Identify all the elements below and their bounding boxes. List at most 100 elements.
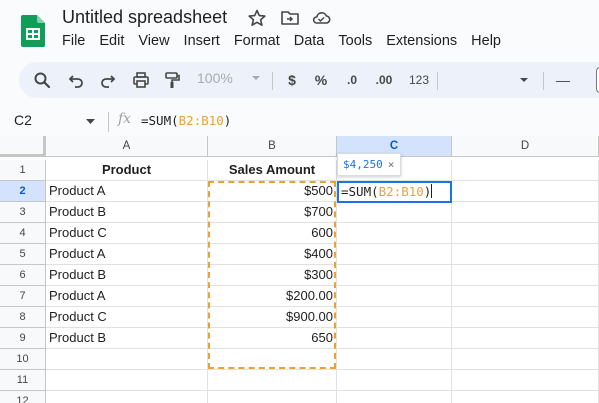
cell-d2[interactable] <box>452 181 599 202</box>
formula-input[interactable]: =SUM(B2:B10) <box>141 113 231 128</box>
star-icon[interactable] <box>247 9 267 27</box>
cell-d4[interactable] <box>452 223 599 244</box>
cell-c3[interactable] <box>337 202 452 223</box>
cell-d8[interactable] <box>452 307 599 328</box>
cell-b3[interactable]: $700 <box>208 202 337 223</box>
select-all-corner[interactable] <box>0 136 46 157</box>
cell-c11[interactable] <box>337 370 452 391</box>
cell-d6[interactable] <box>452 265 599 286</box>
cell-c5[interactable] <box>337 244 452 265</box>
active-cell-editor[interactable]: =SUM(B2:B10) <box>337 181 452 203</box>
cell-a9[interactable]: Product B <box>46 328 208 349</box>
cell-c8[interactable] <box>337 307 452 328</box>
cell-a8[interactable]: Product C <box>46 307 208 328</box>
cell-d3[interactable] <box>452 202 599 223</box>
row-header-4[interactable]: 4 <box>0 223 46 244</box>
more-formats-button[interactable]: 123 <box>405 62 433 98</box>
cell-b1[interactable]: Sales Amount <box>208 160 337 181</box>
search-menus-button[interactable] <box>31 62 53 98</box>
close-icon[interactable]: × <box>388 158 395 171</box>
cell-a12[interactable] <box>46 391 208 403</box>
chevron-down-icon <box>251 76 260 80</box>
menu-edit[interactable]: Edit <box>99 33 124 49</box>
menu-insert[interactable]: Insert <box>184 33 220 49</box>
menu-tools[interactable]: Tools <box>338 33 372 49</box>
cell-b2[interactable]: $500 <box>208 181 337 202</box>
move-folder-icon[interactable] <box>280 9 300 27</box>
cell-b6[interactable]: $300 <box>208 265 337 286</box>
row-header-9[interactable]: 9 <box>0 328 46 349</box>
cell-a4[interactable]: Product C <box>46 223 208 244</box>
menu-format[interactable]: Format <box>234 33 280 49</box>
cell-c6[interactable] <box>337 265 452 286</box>
row-header-12[interactable]: 12 <box>0 391 46 403</box>
menu-view[interactable]: View <box>138 33 169 49</box>
menu-data[interactable]: Data <box>294 33 325 49</box>
undo-button[interactable] <box>65 62 87 98</box>
column-header-b[interactable]: B <box>208 136 337 157</box>
column-header-d[interactable]: D <box>452 136 599 157</box>
row-header-7[interactable]: 7 <box>0 286 46 307</box>
cell-a3[interactable]: Product B <box>46 202 208 223</box>
cell-a7[interactable]: Product A <box>46 286 208 307</box>
font-family-select[interactable] <box>439 66 565 94</box>
row-header-11[interactable]: 11 <box>0 370 46 391</box>
cell-b9[interactable]: 650 <box>208 328 337 349</box>
zoom-select[interactable]: 100% <box>197 70 261 86</box>
cell-b4[interactable]: 600 <box>208 223 337 244</box>
row-header-10[interactable]: 10 <box>0 349 46 370</box>
fx-icon: fx <box>118 111 132 127</box>
increase-decimal-button[interactable]: .00 <box>371 62 397 98</box>
document-title[interactable]: Untitled spreadsheet <box>62 7 227 28</box>
paint-format-button[interactable] <box>161 62 183 98</box>
editor-range-ref: B2:B10 <box>378 184 424 199</box>
decrease-decimal-button[interactable]: .0 <box>341 62 363 98</box>
row-header-1[interactable]: 1 <box>0 160 46 181</box>
row-header-2[interactable]: 2 <box>0 181 46 202</box>
cell-b7[interactable]: $200.00 <box>208 286 337 307</box>
cell-d10[interactable] <box>452 349 599 370</box>
cell-c4[interactable] <box>337 223 452 244</box>
cell-a10[interactable] <box>46 349 208 370</box>
cell-a6[interactable]: Product B <box>46 265 208 286</box>
print-button[interactable] <box>130 62 152 98</box>
menu-help[interactable]: Help <box>471 33 501 49</box>
cell-a11[interactable] <box>46 370 208 391</box>
decrease-font-size-button[interactable]: — <box>555 62 571 98</box>
cell-d12[interactable] <box>452 391 599 403</box>
cell-d7[interactable] <box>452 286 599 307</box>
cell-a2[interactable]: Product A <box>46 181 208 202</box>
currency-format-button[interactable]: $ <box>282 62 302 98</box>
percent-format-button[interactable]: % <box>311 62 331 98</box>
name-box-dropdown-icon[interactable] <box>86 119 95 124</box>
cell-c7[interactable] <box>337 286 452 307</box>
cell-d11[interactable] <box>452 370 599 391</box>
redo-button[interactable] <box>97 62 119 98</box>
cell-b8[interactable]: $900.00 <box>208 307 337 328</box>
cell-c9[interactable] <box>337 328 452 349</box>
menu-file[interactable]: File <box>62 33 85 49</box>
name-box[interactable]: C2 <box>14 112 32 128</box>
cell-b12[interactable] <box>208 391 337 403</box>
cell-d1[interactable] <box>452 160 599 181</box>
row-header-3[interactable]: 3 <box>0 202 46 223</box>
cell-b11[interactable] <box>208 370 337 391</box>
column-header-a[interactable]: A <box>46 136 208 157</box>
zoom-value: 100% <box>197 70 233 86</box>
formula-bar-divider <box>108 112 109 132</box>
formula-bar: C2 fx =SUM(B2:B10) <box>0 110 599 134</box>
cell-d5[interactable] <box>452 244 599 265</box>
cell-c12[interactable] <box>337 391 452 403</box>
cell-d9[interactable] <box>452 328 599 349</box>
sheets-logo-icon[interactable] <box>21 15 45 47</box>
menu-extensions[interactable]: Extensions <box>386 33 457 49</box>
cell-a5[interactable]: Product A <box>46 244 208 265</box>
row-header-5[interactable]: 5 <box>0 244 46 265</box>
cell-b10[interactable] <box>208 349 337 370</box>
row-header-8[interactable]: 8 <box>0 307 46 328</box>
cell-b5[interactable]: $400 <box>208 244 337 265</box>
cell-a1[interactable]: Product <box>46 160 208 181</box>
cell-c10[interactable] <box>337 349 452 370</box>
cloud-saved-icon[interactable] <box>311 9 331 27</box>
row-header-6[interactable]: 6 <box>0 265 46 286</box>
